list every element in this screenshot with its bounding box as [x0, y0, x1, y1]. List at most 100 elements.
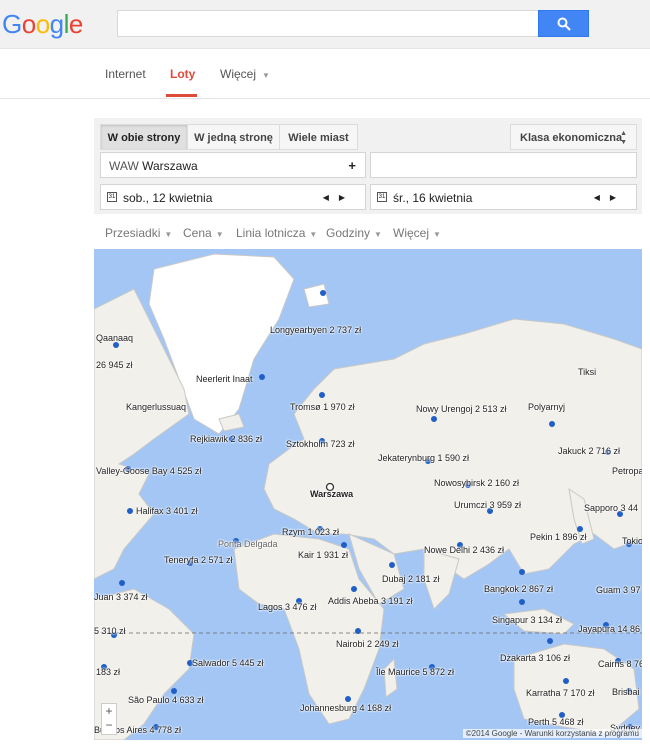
logo-letter: g — [49, 9, 64, 39]
chevron-down-icon: ▼ — [374, 230, 382, 239]
zoom-out-button[interactable]: − — [102, 718, 116, 732]
tab-more[interactable]: Więcej ▼ — [220, 67, 270, 81]
map-label[interactable]: Qaanaaq — [96, 333, 133, 343]
updown-icon: ▲ ▼ — [620, 130, 627, 146]
map-label[interactable]: Île Maurice 5 872 zł — [376, 667, 454, 677]
logo-letter: o — [21, 9, 36, 39]
depart-date-field[interactable]: 31 sob., 12 kwietnia ◀▶ — [100, 184, 366, 210]
map-copyright[interactable]: ©2014 Google - Warunki korzystania z pro… — [462, 729, 642, 738]
map-label[interactable]: Tokio — [622, 536, 642, 546]
map-label[interactable]: Tiksi — [578, 367, 596, 377]
filter-price[interactable]: Cena ▼ — [183, 226, 224, 240]
logo-letter: o — [35, 9, 50, 39]
map-label[interactable]: Polyarnyj — [528, 402, 565, 412]
map-label[interactable]: Jayapura 14 86 — [578, 624, 640, 634]
filter-stops[interactable]: Przesiadki ▼ — [105, 226, 172, 240]
one-way-button[interactable]: W jedną stronę — [187, 124, 280, 150]
search-icon — [557, 17, 571, 31]
map-label[interactable]: Bangkok 2 867 zł — [484, 584, 553, 594]
calendar-icon: 31 — [377, 192, 387, 202]
tab-flights[interactable]: Loty — [170, 67, 195, 81]
chevron-down-icon: ▼ — [433, 230, 441, 239]
search-tabs: Internet Loty Więcej ▼ — [0, 49, 650, 99]
map-label[interactable]: Karratha 7 170 zł — [526, 688, 595, 698]
map-label[interactable]: Ponta Delgada — [218, 539, 278, 549]
map-label[interactable]: 26 945 zł — [96, 360, 133, 370]
map-label[interactable]: Rzym 1 023 zł — [282, 527, 339, 537]
return-date-field[interactable]: 31 śr., 16 kwietnia ◀▶ — [370, 184, 637, 210]
filter-label: Przesiadki — [105, 226, 161, 240]
search-input[interactable] — [117, 10, 538, 37]
multi-city-button[interactable]: Wiele miast — [279, 124, 358, 150]
destinations-map[interactable]: Qaanaaq Longyearbyen 2 737 zł Tiksi 26 9… — [94, 249, 642, 740]
flight-search-panel: W obie strony W jedną stronę Wiele miast… — [94, 118, 642, 214]
top-bar: Google — [0, 0, 650, 49]
map-label[interactable]: Teneryfa 2 571 zł — [164, 555, 233, 565]
map-label[interactable]: Halifax 3 401 zł — [136, 506, 198, 516]
date-stepper-arrows[interactable]: ◀▶ — [323, 185, 355, 211]
map-label[interactable]: Perth 5 468 zł — [528, 717, 584, 727]
active-tab-indicator — [166, 94, 197, 97]
map-label[interactable]: Nairobi 2 249 zł — [336, 639, 399, 649]
filter-airline[interactable]: Linia lotnicza ▼ — [236, 226, 317, 240]
filter-label: Linia lotnicza — [236, 226, 306, 240]
map-label[interactable]: Tromsø 1 970 zł — [290, 402, 355, 412]
map-label[interactable]: Rejkiawik 2 836 zł — [190, 434, 262, 444]
cabin-class-select[interactable]: Klasa ekonomiczna ▲ ▼ — [510, 124, 637, 150]
tab-internet[interactable]: Internet — [105, 67, 146, 81]
map-label[interactable]: Nowe Delhi 2 436 zł — [424, 545, 504, 555]
origin-code: WAW — [109, 159, 139, 173]
map-label[interactable]: Lagos 3 476 zł — [258, 602, 317, 612]
map-label[interactable]: Dżakarta 3 106 zł — [500, 653, 570, 663]
map-label[interactable]: Nowy Urengoj 2 513 zł — [416, 404, 507, 414]
origin-label[interactable]: Warszawa — [310, 489, 353, 499]
filter-label: Więcej — [393, 226, 430, 240]
map-label[interactable]: Longyearbyen 2 737 zł — [270, 325, 361, 335]
map-label[interactable]: Urumczi 3 959 zł — [454, 500, 521, 510]
zoom-control: + − — [101, 703, 117, 735]
destination-field[interactable] — [370, 152, 637, 178]
map-label[interactable]: 183 zł — [96, 667, 120, 677]
map-label[interactable]: Sapporo 3 44 — [584, 503, 638, 513]
map-label[interactable]: Jakuck 2 716 zł — [558, 446, 620, 456]
map-label[interactable]: Sztokholm 723 zł — [286, 439, 355, 449]
map-label[interactable]: Brisbai — [612, 687, 640, 697]
map-label[interactable]: Kangerlussuaq — [126, 402, 186, 412]
svalbard-landmass — [303, 283, 330, 308]
map-label[interactable]: Kair 1 931 zł — [298, 550, 348, 560]
map-label[interactable]: São Paulo 4 633 zł — [128, 695, 204, 705]
map-label[interactable]: Pekin 1 896 zł — [530, 532, 587, 542]
filter-more[interactable]: Więcej ▼ — [393, 226, 441, 240]
map-label[interactable]: Guam 3 97 — [596, 585, 641, 595]
map-label[interactable]: Singapur 3 134 zł — [492, 615, 562, 625]
chevron-down-icon: ▼ — [215, 230, 224, 239]
map-label[interactable]: Cairns 8 76 — [598, 659, 642, 669]
map-label[interactable]: Valley-Goose Bay 4 525 zł — [96, 466, 201, 476]
map-label[interactable]: Dubaj 2 181 zł — [382, 574, 440, 584]
add-origin-button[interactable]: + — [348, 153, 356, 179]
world-map-shapes — [94, 253, 642, 740]
google-logo[interactable]: Google — [2, 9, 83, 40]
date-stepper-arrows[interactable]: ◀▶ — [594, 185, 626, 211]
zoom-in-button[interactable]: + — [102, 704, 116, 718]
map-label[interactable]: Salwador 5 445 zł — [192, 658, 264, 668]
map-label[interactable]: Petropa — [612, 466, 642, 476]
return-date: śr., 16 kwietnia — [393, 191, 473, 205]
map-label[interactable]: Johannesburg 4 168 zł — [300, 703, 391, 713]
map-label[interactable]: Neerlerit Inaat — [196, 374, 253, 384]
search-button[interactable] — [538, 10, 589, 37]
origin-field[interactable]: WAW Warszawa + — [100, 152, 366, 178]
logo-letter: G — [2, 9, 22, 39]
map-label[interactable]: 5 310 zł — [94, 626, 126, 636]
chevron-down-icon: ▼ — [309, 230, 318, 239]
map-label[interactable]: Jekaterynburg 1 590 zł — [378, 453, 469, 463]
logo-letter: e — [68, 9, 83, 39]
round-trip-button[interactable]: W obie strony — [100, 124, 188, 150]
map-label[interactable]: Nowosybirsk 2 160 zł — [434, 478, 519, 488]
map-label[interactable]: Addis Abeba 3 191 zł — [328, 596, 413, 606]
chevron-down-icon: ▼ — [262, 71, 270, 80]
depart-date: sob., 12 kwietnia — [123, 191, 213, 205]
origin-city: Warszawa — [142, 159, 198, 173]
filter-times[interactable]: Godziny ▼ — [326, 226, 382, 240]
map-label[interactable]: Juan 3 374 zł — [94, 592, 148, 602]
